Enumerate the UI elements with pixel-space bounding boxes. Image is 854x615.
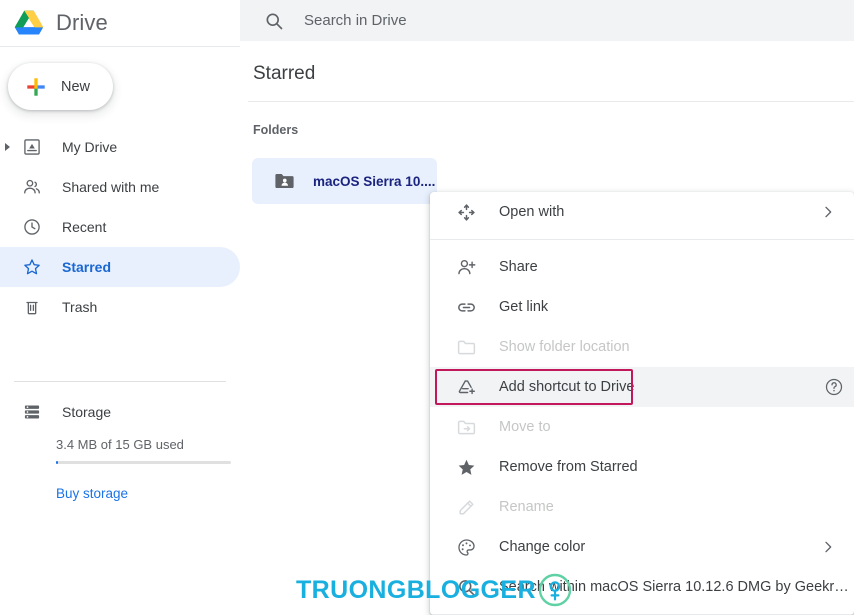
sidebar-item-label: Recent	[62, 219, 107, 235]
palette-icon	[456, 537, 477, 558]
menu-item-share[interactable]: Share	[430, 247, 854, 287]
link-icon	[456, 297, 477, 318]
new-button[interactable]: New	[8, 63, 113, 110]
chevron-right-icon	[820, 539, 836, 555]
sidebar-item-label: Starred	[62, 259, 112, 275]
google-drive-window: Drive New	[0, 0, 854, 615]
menu-item-label: Share	[499, 259, 538, 275]
chevron-right-icon	[820, 204, 836, 220]
page-title: Starred	[253, 63, 316, 84]
menu-item-label: Get link	[499, 299, 549, 315]
search-icon	[264, 11, 284, 31]
star-outline-icon	[22, 257, 42, 277]
sidebar-item-starred[interactable]: Starred	[0, 247, 240, 287]
google-drive-logo-icon	[14, 10, 44, 37]
my-drive-icon	[22, 137, 42, 157]
menu-item-get-link[interactable]: Get link	[430, 287, 854, 327]
sidebar-item-storage[interactable]: Storage	[0, 392, 240, 432]
sidebar: New My Drive Shared with me Recent Starr…	[0, 47, 240, 615]
search-icon	[456, 577, 477, 598]
buy-storage-link[interactable]: Buy storage	[56, 486, 128, 501]
menu-item-label: Rename	[499, 499, 554, 515]
storage-progress-bar	[56, 461, 231, 464]
menu-item-move-to: Move to	[430, 407, 854, 447]
move-to-icon	[456, 417, 477, 438]
brand[interactable]: Drive	[14, 3, 108, 43]
menu-item-remove-from-starred[interactable]: Remove from Starred	[430, 447, 854, 487]
folder-name: macOS Sierra 10....	[313, 173, 436, 189]
storage-label: Storage	[62, 404, 112, 420]
sidebar-item-shared-with-me[interactable]: Shared with me	[0, 167, 240, 207]
add-shortcut-icon	[456, 377, 477, 398]
storage-icon	[22, 402, 42, 422]
sidebar-divider	[14, 381, 226, 382]
menu-item-label: Move to	[499, 419, 551, 435]
context-menu: Open with Share Get link Show folder loc…	[430, 192, 854, 615]
folder-icon	[456, 337, 477, 358]
help-circle-icon[interactable]	[824, 377, 844, 397]
menu-item-search-within[interactable]: Search within macOS Sierra 10.12.6 DMG b…	[430, 567, 854, 607]
chevron-right-icon[interactable]	[5, 143, 10, 151]
sidebar-item-label: Shared with me	[62, 179, 160, 195]
star-filled-icon	[456, 457, 477, 478]
menu-item-label: Add shortcut to Drive	[499, 379, 635, 395]
sidebar-nav: My Drive Shared with me Recent Starred T…	[0, 127, 240, 327]
storage-used-text: 3.4 MB of 15 GB used	[56, 437, 184, 452]
shared-with-me-icon	[22, 177, 42, 197]
menu-item-label: Change color	[499, 539, 586, 555]
new-button-label: New	[61, 78, 91, 95]
sidebar-item-trash[interactable]: Trash	[0, 287, 240, 327]
open-with-icon	[456, 202, 477, 223]
clock-icon	[22, 217, 42, 237]
folder-card[interactable]: macOS Sierra 10....	[252, 158, 437, 204]
menu-item-label: Show folder location	[499, 339, 630, 355]
menu-item-add-shortcut-to-drive[interactable]: Add shortcut to Drive	[430, 367, 854, 407]
trash-icon	[22, 297, 42, 317]
shared-folder-icon	[274, 172, 295, 190]
sidebar-item-my-drive[interactable]: My Drive	[0, 127, 240, 167]
menu-item-show-folder-location: Show folder location	[430, 327, 854, 367]
search-input[interactable]	[304, 12, 784, 29]
pencil-icon	[456, 497, 477, 518]
content-divider	[248, 101, 854, 102]
brand-title: Drive	[56, 10, 108, 35]
menu-item-label: Search within macOS Sierra 10.12.6 DMG b…	[499, 579, 854, 595]
menu-item-label: Open with	[499, 204, 565, 220]
search-bar[interactable]	[240, 0, 854, 41]
menu-item-change-color[interactable]: Change color	[430, 527, 854, 567]
sidebar-item-label: My Drive	[62, 139, 118, 155]
menu-item-open-with[interactable]: Open with	[430, 192, 854, 232]
menu-divider	[430, 239, 854, 240]
top-bar: Drive	[0, 0, 854, 47]
plus-multicolor-icon	[25, 76, 47, 98]
sidebar-item-recent[interactable]: Recent	[0, 207, 240, 247]
person-add-icon	[456, 257, 477, 278]
menu-item-rename: Rename	[430, 487, 854, 527]
menu-item-label: Remove from Starred	[499, 459, 638, 475]
section-label-folders: Folders	[253, 123, 299, 137]
sidebar-item-label: Trash	[62, 299, 98, 315]
